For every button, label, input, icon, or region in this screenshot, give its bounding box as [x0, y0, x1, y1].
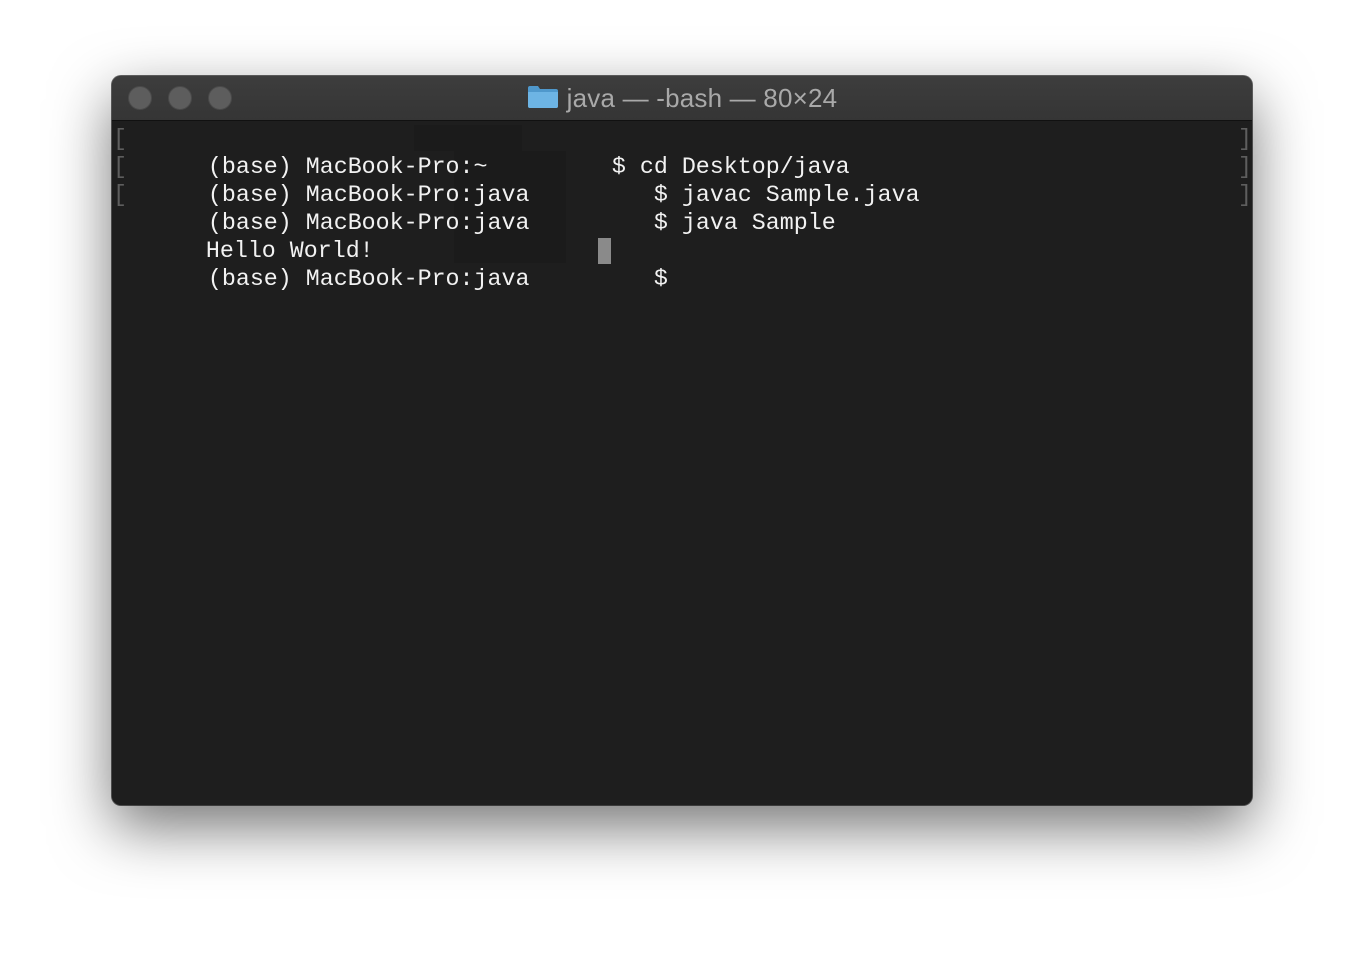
- terminal-line: (base) MacBook-Pro:~: [124, 125, 488, 180]
- line-mark-right: ]: [1238, 126, 1252, 152]
- terminal-line: (base) MacBook-Pro:java: [124, 181, 530, 236]
- terminal-output: Hello World!: [122, 209, 374, 264]
- command: java Sample: [681, 210, 836, 236]
- folder-icon: [527, 86, 558, 108]
- terminal-line: java Sample: [598, 181, 836, 236]
- line-mark-right: ]: [1238, 154, 1252, 180]
- terminal-window: java — -bash — 80×24 [ [ [ ] ] ] (base) …: [112, 76, 1252, 805]
- terminal-content[interactable]: [ [ [ ] ] ] (base) MacBook-Pro:~ $ cd De…: [112, 121, 1252, 805]
- terminal-line: (base) MacBook-Pro:java: [124, 237, 530, 292]
- terminal-line: cd Desktop/java: [556, 125, 850, 180]
- line-mark-right: ]: [1238, 182, 1252, 208]
- title-bar[interactable]: java — -bash — 80×24: [112, 76, 1252, 121]
- prompt: (base) MacBook-Pro:java: [207, 266, 530, 292]
- window-title-container: java — -bash — 80×24: [112, 76, 1252, 120]
- text-cursor: [598, 238, 611, 264]
- terminal-line: javac Sample.java: [598, 153, 920, 208]
- prompt-dollar: $: [653, 266, 668, 292]
- terminal-line: (base) MacBook-Pro:java: [124, 153, 530, 208]
- terminal-line: $: [570, 237, 668, 292]
- window-title: java — -bash — 80×24: [566, 82, 838, 113]
